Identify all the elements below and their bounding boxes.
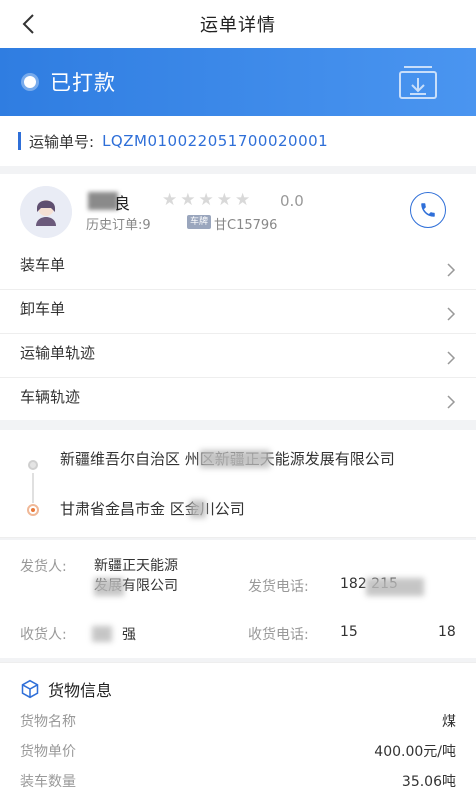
cargo-quantity-value: 35.06吨 (401, 774, 456, 790)
star-icon: ★ (198, 190, 214, 210)
cargo-header: 货物信息 (20, 677, 112, 701)
back-button[interactable] (16, 10, 40, 38)
download-icon (399, 66, 437, 99)
plate-tag: 车牌 (187, 215, 212, 229)
origin-dot-icon (28, 460, 38, 470)
rating-score: 0.0 (280, 192, 304, 210)
menu-item-vehicle-track[interactable]: 车辆轨迹 (0, 378, 476, 422)
waybill-number-row: 运输单号: LQZM010022051700020001 (0, 116, 476, 166)
route-line (32, 473, 34, 503)
page-title: 运单详情 (200, 15, 276, 36)
nav-bar: 运单详情 (0, 0, 476, 48)
cargo-price-value: 400.00元/吨 (374, 744, 456, 760)
redaction-patch (200, 450, 270, 468)
plate-number: 甘C15796 (214, 218, 278, 233)
phone-icon (421, 203, 435, 217)
star-icon: ★ (216, 190, 232, 210)
cube-icon (21, 679, 39, 699)
waybill-number: LQZM010022051700020001 (102, 132, 329, 150)
cargo-card: 货物信息 货物名称 煤 货物单价 400.00元/吨 装车数量 35.06吨 (0, 662, 476, 796)
user-avatar-icon (20, 186, 72, 238)
receiver-label: 收货人: (20, 627, 67, 643)
chevron-left-icon (22, 14, 34, 34)
star-icon: ★ (180, 190, 196, 210)
waybill-label: 运输单号: (29, 132, 95, 151)
redaction-patch (190, 500, 206, 518)
shipper-label: 发货人: (20, 559, 67, 575)
cargo-quantity-label: 装车数量 (20, 774, 76, 790)
chevron-right-icon (447, 395, 456, 409)
shipper-phone-label: 发货电话: (248, 579, 309, 595)
menu-item-label: 车辆轨迹 (20, 388, 81, 406)
menu-item-loading-bill[interactable]: 装车单 (0, 246, 476, 290)
destination-dot-icon (27, 504, 39, 516)
redaction-patch (92, 626, 112, 642)
call-driver-button[interactable] (410, 192, 446, 228)
avatar (20, 186, 72, 238)
receiver-phone-prefix: 15 (340, 624, 358, 640)
menu-item-label: 装车单 (20, 256, 66, 274)
receiver-phone-suffix: 18 (438, 624, 456, 640)
cargo-title: 货物信息 (48, 681, 113, 700)
chevron-right-icon (447, 351, 456, 365)
history-orders: 历史订单:9 (86, 218, 151, 233)
menu-item-label: 运输单轨迹 (20, 344, 96, 362)
status-banner: 已打款 (0, 48, 476, 116)
menu-item-label: 卸车单 (20, 300, 66, 318)
star-icon: ★ (162, 190, 178, 210)
cargo-price-label: 货物单价 (20, 744, 76, 760)
party-info-card: 发货人: 新疆正天能源发展有限公司 发货电话: 182 215 收货人: 强 收… (0, 540, 476, 658)
status-text: 已打款 (50, 71, 116, 95)
route-destination: 甘肃省金昌市金 区金川公司 (60, 500, 245, 518)
chevron-right-icon (447, 307, 456, 321)
menu-item-waybill-track[interactable]: 运输单轨迹 (0, 334, 476, 378)
cargo-name-label: 货物名称 (20, 714, 76, 730)
accent-bar (18, 132, 21, 150)
driver-name: 良 (114, 194, 131, 213)
chevron-right-icon (447, 263, 456, 277)
menu-item-unloading-bill[interactable]: 卸车单 (0, 290, 476, 334)
rating-stars: ★ ★ ★ ★ ★ (162, 190, 250, 210)
receiver-name: 强 (122, 627, 136, 643)
driver-card: 良 ★ ★ ★ ★ ★ 0.0 历史订单:9 车牌 甘C15796 装车单 卸车… (0, 174, 476, 420)
download-button[interactable] (396, 62, 440, 102)
star-icon: ★ (235, 190, 251, 210)
redaction-patch (366, 578, 424, 596)
receiver-phone-label: 收货电话: (248, 627, 309, 643)
route-card: 新疆维吾尔自治区 州区新疆正天能源发展有限公司 甘肃省金昌市金 区金川公司 (0, 430, 476, 538)
cargo-name-value: 煤 (442, 714, 456, 730)
redaction-patch (94, 578, 124, 596)
status-dot-icon (24, 76, 36, 88)
